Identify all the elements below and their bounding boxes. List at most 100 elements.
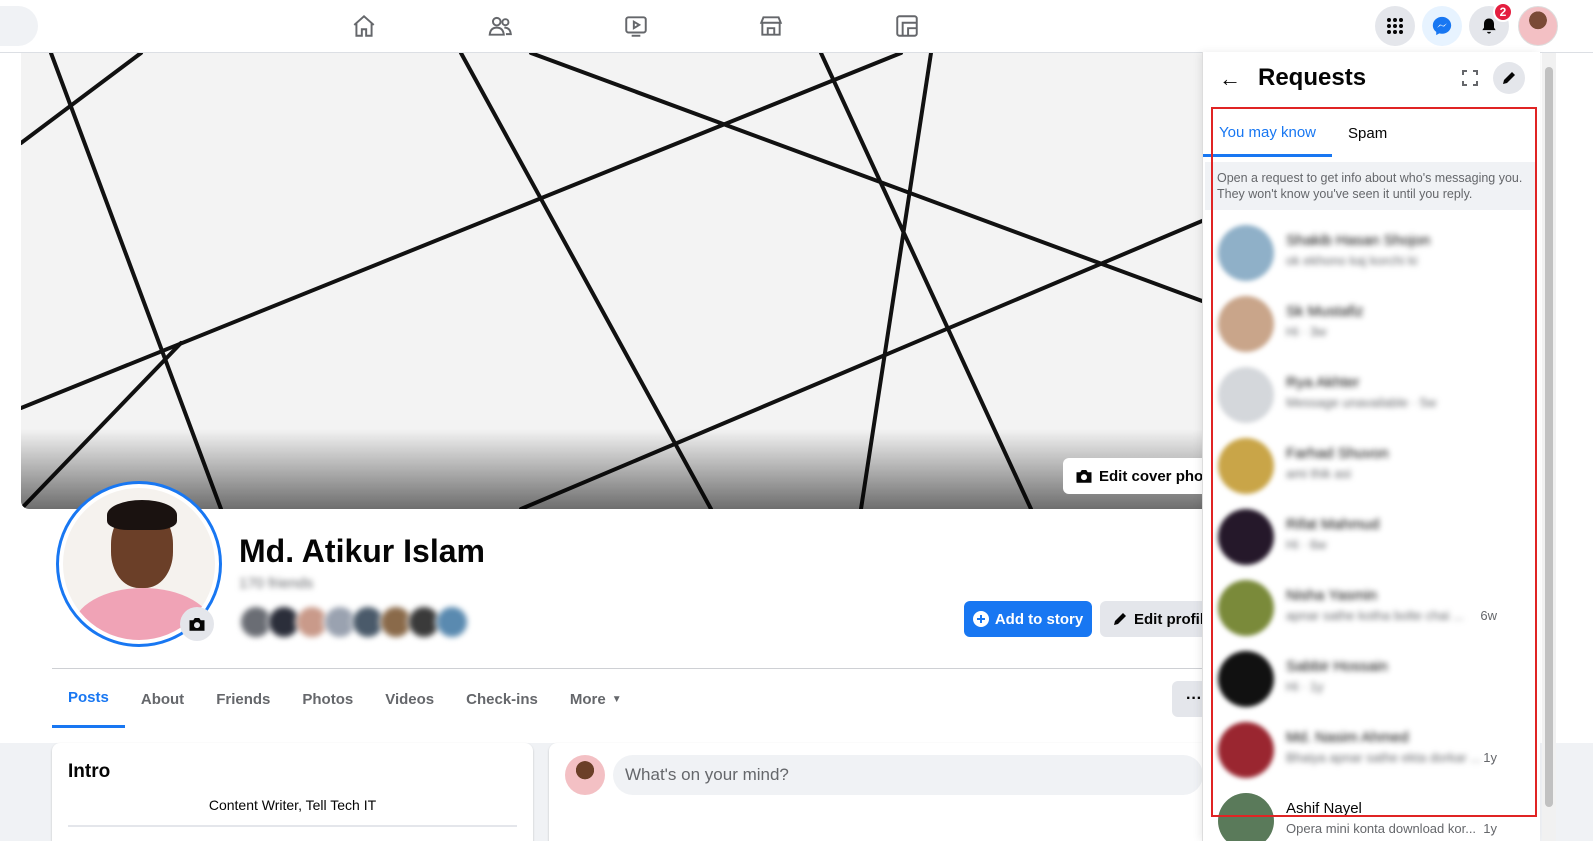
friend-count[interactable]: 170 friends — [239, 575, 313, 592]
request-preview: apnar sathe kotha bolte chai ... — [1286, 608, 1464, 623]
panel-title: Requests — [1258, 64, 1367, 91]
request-preview: Hi · 3w — [1286, 324, 1327, 339]
request-name: Ashif Nayel — [1286, 800, 1362, 817]
add-to-story-label: Add to story — [994, 610, 1084, 628]
update-profile-picture-button[interactable] — [180, 607, 214, 641]
request-item[interactable]: Rifat Mahmud Hi · 6w — [1203, 504, 1541, 575]
composer-avatar[interactable] — [565, 755, 605, 795]
request-avatar — [1218, 296, 1274, 352]
tab-photos[interactable]: Photos — [286, 670, 369, 728]
request-preview: Hi · 1y — [1286, 679, 1324, 694]
plus-circle-icon — [972, 611, 989, 627]
whats-on-your-mind-input[interactable]: What's on your mind? — [613, 755, 1203, 795]
request-name: Rifat Mahmud — [1286, 516, 1380, 533]
tab-videos[interactable]: Videos — [369, 670, 450, 728]
request-avatar — [1218, 651, 1274, 707]
requests-info-text: Open a request to get info about who's m… — [1205, 162, 1535, 210]
request-name: Shakib Hasan Shojon — [1286, 232, 1431, 249]
request-name: Sabbir Hossain — [1286, 658, 1388, 675]
request-item[interactable]: Sabbir Hossain Hi · 1y — [1203, 646, 1541, 717]
request-item[interactable]: Ashif Nayel Opera mini konta download kor… — [1203, 788, 1541, 841]
notification-badge: 2 — [1493, 2, 1513, 22]
top-navigation-bar: 2 — [0, 0, 1593, 53]
friends-icon[interactable] — [484, 10, 516, 42]
request-name: Nisha Yasmin — [1286, 587, 1378, 604]
request-item[interactable]: Nisha Yasmin apnar sathe kotha bolte chai… — [1203, 575, 1541, 646]
scrollbar-thumb[interactable] — [1545, 67, 1553, 807]
tab-check-ins[interactable]: Check-ins — [450, 670, 554, 728]
pencil-icon — [1114, 613, 1126, 625]
request-avatar — [1218, 580, 1274, 636]
request-item[interactable]: Md. Nasim Ahmed Bhaiya apnar sathe ekta d… — [1203, 717, 1541, 788]
tab-spam[interactable]: Spam — [1332, 110, 1403, 157]
request-name: Md. Nasim Ahmed — [1286, 729, 1409, 746]
profile-divider — [52, 668, 1202, 669]
request-item[interactable]: Rya Akhter Message unavailable · 5w — [1203, 362, 1541, 433]
edit-cover-label: Edit cover photo — [1099, 467, 1218, 485]
intro-edit-bio-bar[interactable] — [68, 825, 517, 827]
ellipsis-icon: ··· — [1186, 690, 1202, 707]
request-preview: Hi · 6w — [1286, 537, 1327, 552]
request-avatar — [1218, 438, 1274, 494]
expand-icon[interactable] — [1458, 66, 1482, 90]
edit-profile-label: Edit profile — [1134, 610, 1213, 628]
request-name: Sk Mustafiz — [1286, 303, 1364, 320]
request-preview: Opera mini konta download kor... — [1286, 821, 1477, 836]
messenger-button[interactable] — [1422, 6, 1462, 46]
account-avatar[interactable] — [1518, 6, 1558, 46]
back-arrow-icon[interactable]: ← — [1219, 66, 1249, 91]
cover-gradient — [21, 429, 1221, 509]
camera-icon — [1076, 470, 1092, 483]
tab-posts[interactable]: Posts — [52, 670, 125, 728]
requests-list: Shakib Hasan Shojon ok ekhono kaj korchi … — [1203, 220, 1541, 841]
request-avatar — [1218, 367, 1274, 423]
page-scrollbar[interactable] — [1542, 53, 1556, 841]
tab-more[interactable]: More ▼ — [554, 670, 638, 728]
caret-down-icon: ▼ — [611, 693, 622, 705]
request-time: 6w — [1480, 608, 1497, 623]
intro-title: Intro — [68, 761, 111, 782]
request-item[interactable]: Shakib Hasan Shojon ok ekhono kaj korchi … — [1203, 220, 1541, 291]
intro-bio: Content Writer, Tell Tech IT — [208, 797, 377, 813]
menu-grid-button[interactable] — [1375, 6, 1415, 46]
pencil-icon — [1503, 72, 1515, 84]
request-time: 1y — [1483, 821, 1497, 836]
friend-avatars[interactable] — [239, 605, 469, 639]
grid-icon — [1387, 18, 1403, 34]
request-name: Rya Akhter — [1286, 374, 1360, 391]
requests-tabs: You may know Spam — [1203, 110, 1541, 157]
message-requests-panel: ← Requests You may know Spam Open a requ… — [1202, 52, 1540, 841]
edit-cover-photo-button[interactable]: Edit cover photo — [1063, 458, 1223, 494]
add-to-story-button[interactable]: Add to story — [964, 601, 1092, 637]
request-avatar — [1218, 225, 1274, 281]
tab-friends[interactable]: Friends — [200, 670, 286, 728]
request-time: 1y — [1483, 750, 1497, 765]
home-icon[interactable] — [348, 10, 380, 42]
profile-tabs: Posts About Friends Photos Videos Check-… — [52, 670, 638, 728]
request-preview: Message unavailable · 5w — [1286, 395, 1437, 410]
request-avatar — [1218, 722, 1274, 778]
request-preview: ok ekhono kaj korchi ki — [1286, 253, 1418, 268]
request-preview: Bhaiya apnar sathe ekta dorkar ... — [1286, 750, 1482, 765]
profile-name: Md. Atikur Islam — [239, 533, 485, 569]
request-item[interactable]: Farhad Shuvon ami thik asi — [1203, 433, 1541, 504]
request-preview: ami thik asi — [1286, 466, 1352, 481]
request-avatar — [1218, 793, 1274, 841]
camera-icon — [189, 618, 205, 631]
tab-you-may-know[interactable]: You may know — [1203, 110, 1333, 157]
request-avatar — [1218, 509, 1274, 565]
messenger-icon — [1432, 16, 1452, 36]
intro-card: Intro Content Writer, Tell Tech IT — [52, 743, 533, 841]
notifications-button[interactable]: 2 — [1469, 2, 1513, 46]
request-item[interactable]: Sk Mustafiz Hi · 3w — [1203, 291, 1541, 362]
tab-about[interactable]: About — [125, 670, 200, 728]
cover-photo — [21, 53, 1221, 509]
tab-more-label: More — [569, 690, 606, 708]
marketplace-icon[interactable] — [755, 10, 787, 42]
request-name: Farhad Shuvon — [1286, 445, 1389, 462]
new-message-button[interactable] — [1493, 62, 1525, 94]
gaming-icon[interactable] — [891, 10, 923, 42]
post-composer: What's on your mind? — [549, 743, 1209, 841]
watch-icon[interactable] — [620, 10, 652, 42]
search-field-edge[interactable] — [0, 6, 38, 46]
